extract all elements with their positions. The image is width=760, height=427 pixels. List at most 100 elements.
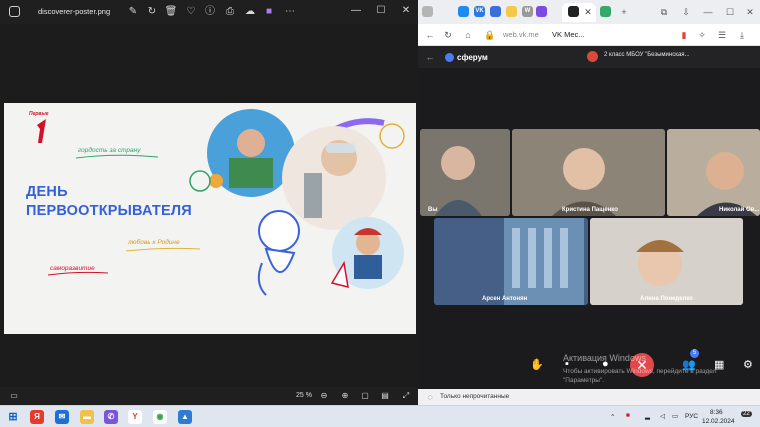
info-icon[interactable]: ⓘ <box>203 5 217 19</box>
poster-heading-line2: ПЕРВООТКРЫВАТЕЛЯ <box>26 203 192 219</box>
back-icon[interactable]: ← <box>424 29 436 41</box>
input-language[interactable]: РУС <box>685 413 698 420</box>
image-canvas[interactable]: Первые гордость за страну ДЕНЬ ПЕРВООТКР… <box>0 24 418 387</box>
call-back-icon[interactable]: ← <box>424 51 436 63</box>
browser-maximize-button[interactable]: ☐ <box>724 6 736 18</box>
video-feed <box>512 129 665 216</box>
clipchamp-icon[interactable]: ■ <box>262 5 276 19</box>
participant-tile[interactable]: Николай Ов... <box>667 129 760 216</box>
atom-doodle <box>189 170 211 192</box>
home-icon[interactable]: ⌂ <box>462 29 474 41</box>
chrome-icon[interactable]: ◉ <box>153 410 167 424</box>
yandex-browser-icon[interactable]: Y <box>128 410 142 424</box>
photos-icon[interactable]: ▲ <box>178 410 192 424</box>
viber-icon[interactable]: ✆ <box>104 410 118 424</box>
print-icon[interactable]: ⎙ <box>223 5 237 19</box>
video-call: ← сферум 2 класс МБОУ "Безыминская... Вы… <box>418 46 760 389</box>
tab-3[interactable] <box>506 6 517 17</box>
mail-icon[interactable]: ✉ <box>55 410 69 424</box>
zoom-out-icon[interactable]: ⊖ <box>318 390 330 402</box>
clock-date[interactable]: 12.02.2024 <box>702 418 735 425</box>
onedrive-icon[interactable]: ☁ <box>243 5 257 19</box>
tab-w-label[interactable]: W <box>522 6 533 17</box>
fit-icon[interactable]: ▤ <box>379 390 391 402</box>
participant-name: Николай Ов... <box>719 207 760 213</box>
start-icon[interactable]: ⊞ <box>6 410 20 424</box>
tray-chevron-icon[interactable]: ⌃ <box>610 413 615 421</box>
tab-5[interactable] <box>600 6 611 17</box>
delete-icon[interactable]: 🗑 <box>164 5 178 19</box>
participant-name: Кристина Пащенко <box>562 207 618 213</box>
chat-title: 2 класс МБОУ "Безыминская... <box>604 52 690 58</box>
tab-bar: VK W ✕ + ⧉ ⇩ — ☐ ✕ <box>418 0 760 24</box>
participant-tile[interactable]: Алина Понеделко <box>590 218 743 305</box>
url-field[interactable]: web.vk.me <box>503 30 539 39</box>
participant-tile[interactable]: Арсен Антонян <box>434 218 588 305</box>
menu-icon[interactable]: ☰ <box>716 29 728 41</box>
collections-icon[interactable]: ⧉ <box>658 6 670 18</box>
poster-tag-love: любовь к Родине <box>128 239 180 246</box>
notifications-badge[interactable]: 22 <box>741 411 752 417</box>
bookmark-icon[interactable]: ▮ <box>678 29 690 41</box>
viewer-titlebar: discoverer-poster.png ✎ ↻ 🗑 ♡ ⓘ ⎙ ☁ ■ ⋯ … <box>0 0 418 24</box>
chat-filter-bar: ◌ Только непрочитанные <box>418 389 760 405</box>
poster-image: Первые гордость за страну ДЕНЬ ПЕРВООТКР… <box>4 103 416 334</box>
favorite-icon[interactable]: ♡ <box>184 5 198 19</box>
browser-window: VK W ✕ + ⧉ ⇩ — ☐ ✕ ← ↻ ⌂ 🔒 web.vk.me VK … <box>418 0 760 405</box>
close-button[interactable]: ✕ <box>395 3 417 19</box>
tray-app-icon[interactable]: ■ <box>626 412 630 419</box>
participant-name: Алина Понеделко <box>640 296 693 302</box>
profile-icon[interactable]: ⤓ <box>736 29 748 41</box>
tab-4[interactable] <box>536 6 547 17</box>
extensions-icon[interactable]: ✧ <box>696 29 708 41</box>
call-header: ← сферум 2 класс МБОУ "Безыминская... <box>418 46 760 68</box>
filmstrip-icon[interactable]: ▭ <box>8 390 20 402</box>
tab-vk-label[interactable]: VK <box>474 6 485 17</box>
more-icon[interactable]: ⋯ <box>283 5 297 19</box>
tab-2[interactable] <box>490 6 501 17</box>
chat-avatar <box>587 51 598 62</box>
browser-minimize-button[interactable]: — <box>702 6 714 18</box>
actual-size-icon[interactable]: ▢ <box>359 390 371 402</box>
service-name: сферум <box>457 53 488 62</box>
tab-1[interactable] <box>458 6 469 17</box>
clock-time[interactable]: 8:36 <box>710 409 723 416</box>
participant-tile[interactable]: Кристина Пащенко <box>512 129 665 216</box>
participant-name: Вы <box>428 207 438 213</box>
poster-logo-word: Первые <box>29 111 49 117</box>
yandex-icon[interactable]: Я <box>30 410 44 424</box>
minimize-button[interactable]: — <box>345 3 367 19</box>
settings-icon[interactable]: ⚙ <box>743 358 753 371</box>
volume-icon[interactable]: ◁ <box>660 412 665 420</box>
sound-icon[interactable] <box>422 6 433 17</box>
video-feed <box>434 218 588 305</box>
participant-tile[interactable]: Вы <box>420 129 510 216</box>
browser-close-button[interactable]: ✕ <box>744 6 756 18</box>
network-icon[interactable]: ▂ <box>645 412 650 420</box>
unread-filter[interactable]: Только непрочитанные <box>440 393 509 400</box>
power-icon[interactable]: ▭ <box>672 412 678 420</box>
poster-tag-pride: гордость за страну <box>78 147 141 154</box>
maximize-button[interactable]: ☐ <box>370 3 392 19</box>
video-feed <box>590 218 743 305</box>
zoom-in-icon[interactable]: ⊕ <box>339 390 351 402</box>
rotate-icon[interactable]: ↻ <box>145 5 159 19</box>
downloads-icon[interactable]: ⇩ <box>680 6 692 18</box>
sferum-logo-icon <box>445 53 454 62</box>
video-feed <box>667 129 760 216</box>
lock-icon: 🔒 <box>484 30 496 40</box>
fullscreen-icon[interactable]: ⤢ <box>400 390 412 402</box>
refresh-icon[interactable]: ↻ <box>442 29 454 41</box>
tab-close-icon[interactable]: ✕ <box>582 6 594 18</box>
astronaut-doodle <box>258 210 300 252</box>
raise-hand-icon[interactable]: ✋ <box>530 358 544 371</box>
filter-icon[interactable]: ◌ <box>424 391 436 403</box>
edit-icon[interactable]: ✎ <box>126 5 140 19</box>
first-logo-icon <box>37 119 46 143</box>
explorer-icon[interactable]: ▬ <box>80 410 94 424</box>
activation-text: Чтобы активировать Windows, перейдите в … <box>563 367 717 385</box>
new-tab-icon[interactable]: + <box>618 6 630 18</box>
address-bar: ← ↻ ⌂ 🔒 web.vk.me VK Мес... ▮ ✧ ☰ ⤓ <box>418 24 760 46</box>
desktop: discoverer-poster.png ✎ ↻ 🗑 ♡ ⓘ ⎙ ☁ ■ ⋯ … <box>0 0 760 427</box>
poster-tag-growth: саморазвитие <box>50 265 95 272</box>
